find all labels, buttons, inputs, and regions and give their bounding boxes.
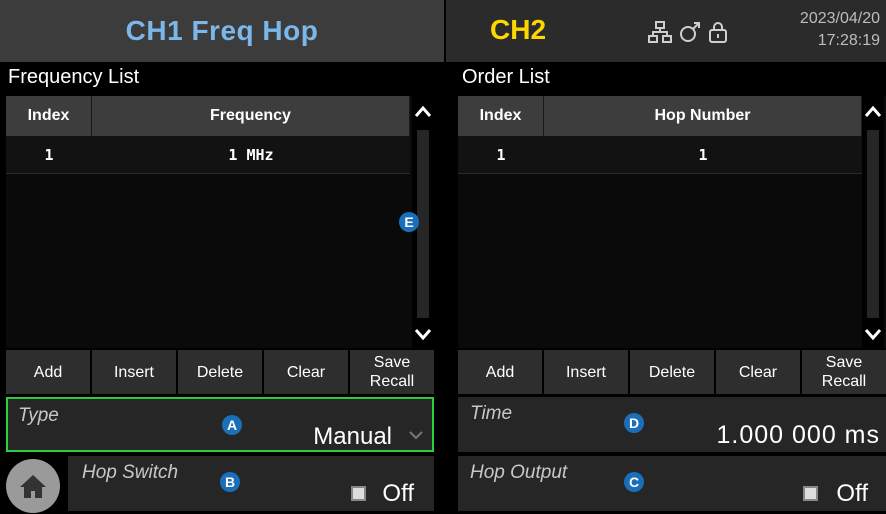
usb-icon — [680, 22, 700, 42]
scroll-up-icon[interactable] — [863, 102, 883, 122]
type-value: Manual — [313, 423, 392, 450]
callout-badge-b: B — [220, 472, 240, 492]
hop-output-value: Off — [836, 480, 868, 507]
frequency-list-header: Index Frequency — [6, 96, 410, 136]
hop-output-field[interactable]: Hop Output C Off — [458, 456, 886, 511]
order-list-title: Order List — [462, 66, 550, 88]
frequency-button-bar: Add Insert Delete Clear Save Recall — [6, 350, 434, 394]
column-header-index: Index — [6, 96, 92, 136]
chevron-down-icon — [409, 431, 423, 440]
callout-badge-e: E — [399, 212, 419, 232]
column-header-hop-number: Hop Number — [544, 96, 862, 136]
ch1-title: CH1 Freq Hop — [125, 15, 319, 46]
datetime: 2023/04/20 17:28:19 — [800, 8, 880, 52]
delete-button[interactable]: Delete — [178, 350, 264, 394]
cell-index: 1 — [44, 145, 54, 164]
save-recall-button[interactable]: Save Recall — [350, 350, 434, 394]
hop-output-checkbox[interactable] — [803, 486, 818, 501]
table-row[interactable]: 1 1 MHz — [6, 136, 410, 174]
lock-icon[interactable] — [706, 20, 730, 44]
hop-switch-field[interactable]: Hop Switch B Off — [68, 456, 434, 511]
save-label: Save — [373, 354, 411, 371]
hop-switch-value: Off — [382, 480, 414, 507]
cell-frequency: 1 MHz — [228, 145, 274, 164]
cell-hop-number: 1 — [698, 145, 708, 164]
frequency-list-title: Frequency List — [8, 66, 140, 88]
order-list[interactable]: Index Hop Number 1 1 — [458, 96, 886, 348]
type-field[interactable]: Type A Manual — [6, 397, 434, 452]
recall-label: Recall — [821, 373, 867, 390]
insert-button[interactable]: Insert — [92, 350, 178, 394]
type-label: Type — [18, 405, 59, 426]
column-header-index: Index — [458, 96, 544, 136]
time-field[interactable]: Time D 1.000 000 ms — [458, 397, 886, 452]
save-recall-button[interactable]: Save Recall — [802, 350, 886, 394]
home-icon — [20, 475, 46, 498]
clear-button[interactable]: Clear — [264, 350, 350, 394]
table-row[interactable]: 1 1 — [458, 136, 862, 174]
network-icon — [648, 21, 672, 43]
hop-output-label: Hop Output — [470, 462, 568, 483]
home-button[interactable] — [6, 459, 60, 513]
order-button-bar: Add Insert Delete Clear Save Recall — [458, 350, 886, 394]
order-list-header: Index Hop Number — [458, 96, 862, 136]
hop-switch-checkbox[interactable] — [351, 486, 366, 501]
scroll-track[interactable] — [867, 130, 879, 318]
add-button[interactable]: Add — [6, 350, 92, 394]
callout-badge-d: D — [624, 413, 644, 433]
callout-badge-c: C — [624, 472, 644, 492]
date-text: 2023/04/20 — [799, 10, 880, 27]
add-button[interactable]: Add — [458, 350, 544, 394]
scroll-down-icon[interactable] — [863, 324, 883, 344]
frequency-list[interactable]: Index Frequency 1 1 MHz E — [6, 96, 434, 348]
order-scrollbar[interactable] — [862, 96, 884, 348]
status-bar: CH2 2023/04/20 17:28:19 — [446, 0, 886, 62]
insert-button[interactable]: Insert — [544, 350, 630, 394]
recall-label: Recall — [369, 373, 415, 390]
time-text: 17:28:19 — [817, 32, 880, 49]
time-value: 1.000 000 ms — [716, 421, 880, 449]
scroll-down-icon[interactable] — [413, 324, 433, 344]
column-header-frequency: Frequency — [92, 96, 410, 136]
cell-index: 1 — [496, 145, 506, 164]
delete-button[interactable]: Delete — [630, 350, 716, 394]
time-label: Time — [470, 403, 513, 424]
ch1-tab[interactable]: CH1 Freq Hop — [0, 0, 444, 62]
callout-badge-a: A — [222, 415, 242, 435]
save-label: Save — [825, 354, 863, 371]
ch2-tab[interactable]: CH2 — [490, 14, 546, 46]
clear-button[interactable]: Clear — [716, 350, 802, 394]
hop-switch-label: Hop Switch — [82, 462, 179, 483]
scroll-up-icon[interactable] — [413, 102, 433, 122]
